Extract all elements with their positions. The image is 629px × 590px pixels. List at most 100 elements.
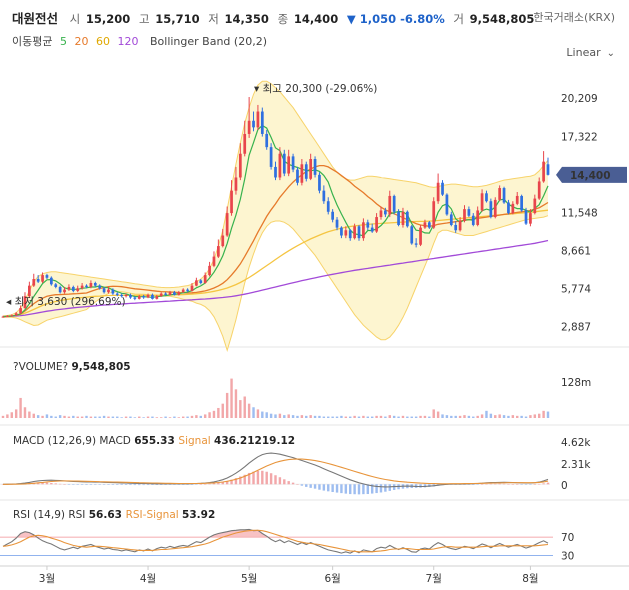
volume-bar bbox=[353, 415, 356, 418]
candle bbox=[208, 261, 211, 277]
macd-histogram-bar bbox=[340, 484, 343, 494]
macd-histogram-bar bbox=[190, 484, 194, 485]
macd-tick-label: 4.62k bbox=[561, 437, 591, 449]
candle-body bbox=[146, 294, 150, 298]
volume-bar bbox=[375, 415, 378, 418]
macd-histogram-bar bbox=[160, 484, 163, 485]
candle-body bbox=[49, 277, 53, 285]
macd-histogram-bar bbox=[63, 484, 66, 485]
candle-body bbox=[322, 190, 326, 202]
candle-body bbox=[186, 289, 189, 291]
macd-title: MACD (12,26,9) MACD 655.33 Signal 436.21… bbox=[13, 435, 295, 447]
candle-body bbox=[269, 147, 273, 167]
macd-histogram-bar bbox=[177, 484, 181, 485]
macd-histogram-bar bbox=[133, 484, 137, 486]
candle-body bbox=[405, 211, 409, 227]
rsi-signal-label: RSI-Signal bbox=[126, 509, 182, 521]
volume-bar bbox=[384, 416, 387, 418]
candle-body bbox=[10, 315, 14, 317]
volume-bar bbox=[28, 411, 31, 418]
candle-body bbox=[401, 211, 405, 225]
volume-bar bbox=[445, 415, 449, 418]
candle-body bbox=[524, 210, 528, 224]
y-tick-label: 11,548 bbox=[561, 207, 598, 219]
candle-body bbox=[432, 201, 436, 228]
candle-body bbox=[471, 215, 475, 225]
volume-bar bbox=[203, 414, 207, 418]
macd-histogram-bar bbox=[498, 483, 501, 485]
macd-histogram-bar bbox=[480, 484, 484, 485]
volume-bar bbox=[160, 417, 163, 418]
volume-bar bbox=[546, 411, 550, 418]
volume-bar bbox=[300, 415, 304, 418]
x-tick-label: 8월 bbox=[522, 573, 538, 585]
candle-body bbox=[366, 222, 370, 228]
candle bbox=[195, 277, 198, 287]
candle-body bbox=[243, 133, 247, 154]
y-tick-label: 17,322 bbox=[561, 131, 598, 143]
candle-body bbox=[467, 209, 471, 216]
volume-bar bbox=[467, 415, 471, 418]
candle-body bbox=[195, 280, 198, 286]
candle-body bbox=[225, 213, 229, 236]
rsi-overbought-fill bbox=[3, 529, 548, 538]
x-tick-label: 4월 bbox=[140, 573, 156, 585]
volume-bar bbox=[511, 415, 515, 418]
macd-histogram-bar bbox=[208, 483, 211, 485]
volume-bar bbox=[414, 416, 418, 418]
macd-histogram-bar bbox=[50, 482, 53, 485]
candle-body bbox=[203, 275, 207, 284]
rsi-value-label: RSI bbox=[68, 509, 88, 521]
macd-signal-value: 436.21219.12 bbox=[214, 435, 295, 447]
y-tick-label: 2,887 bbox=[561, 322, 591, 334]
volume-bar bbox=[485, 410, 488, 418]
macd-histogram-bar bbox=[529, 484, 532, 485]
macd-histogram-bar bbox=[124, 484, 128, 485]
candle-body bbox=[546, 164, 550, 175]
macd-histogram-bar bbox=[322, 484, 326, 491]
macd-histogram-bar bbox=[168, 484, 172, 485]
rsi-title: RSI (14,9) RSI 56.63 RSI-Signal 53.92 bbox=[13, 509, 215, 521]
candle-body bbox=[115, 293, 119, 295]
candle-body bbox=[384, 210, 387, 215]
candle bbox=[441, 180, 444, 196]
volume-bar bbox=[67, 416, 71, 418]
candle bbox=[269, 143, 273, 170]
macd-histogram-bar bbox=[278, 477, 282, 485]
candle-body bbox=[1, 316, 5, 318]
volume-bar bbox=[14, 409, 18, 418]
candle-body bbox=[76, 288, 80, 291]
current-price-label: 14,400 bbox=[570, 170, 611, 182]
candle bbox=[49, 276, 53, 286]
candle bbox=[260, 107, 264, 137]
candle-body bbox=[256, 111, 260, 128]
macd-histogram-bar bbox=[542, 483, 545, 485]
candle bbox=[493, 197, 497, 219]
candle-body bbox=[6, 315, 9, 317]
candle-body bbox=[357, 226, 361, 239]
candle-body bbox=[265, 133, 269, 148]
volume-bar bbox=[181, 416, 185, 418]
macd-histogram-bar bbox=[485, 483, 488, 485]
volume-bar bbox=[441, 414, 444, 418]
macd-histogram-bar bbox=[89, 484, 93, 485]
candle-body bbox=[476, 210, 480, 225]
candle-body bbox=[208, 265, 211, 276]
candle-body bbox=[111, 289, 115, 294]
candle-body bbox=[296, 169, 299, 183]
candle-body bbox=[362, 222, 365, 239]
volume-bar bbox=[366, 416, 370, 418]
candle-body bbox=[32, 279, 36, 286]
macd-tick-label: 0 bbox=[561, 480, 568, 492]
macd-histogram-bar bbox=[199, 484, 202, 485]
macd-histogram-bar bbox=[54, 483, 57, 485]
candle-body bbox=[93, 283, 97, 286]
stock-chart[interactable]: 20,209 17,322 11,548 8,661 5,774 2,887 14,400 ▾… bbox=[0, 0, 629, 590]
candle-body bbox=[507, 202, 510, 214]
macd-histogram-bar bbox=[472, 484, 475, 485]
volume-bar bbox=[32, 413, 35, 418]
macd-histogram-bar bbox=[366, 484, 370, 495]
macd-histogram-bar bbox=[181, 484, 185, 485]
macd-histogram-bar bbox=[344, 484, 348, 494]
volume-bar bbox=[344, 416, 348, 418]
